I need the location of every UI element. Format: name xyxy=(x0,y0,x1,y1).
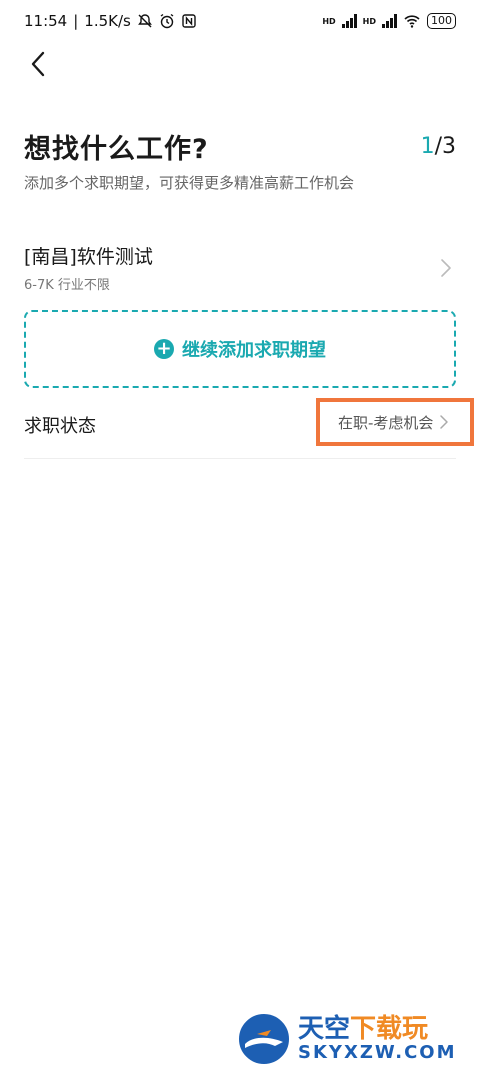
job-expectation-title: [南昌]软件测试 xyxy=(24,246,153,268)
battery-icon: 100 xyxy=(427,13,456,29)
status-separator: | xyxy=(73,12,79,30)
status-time: 11:54 xyxy=(24,12,68,30)
job-status-value-highlight[interactable]: 在职-考虑机会 xyxy=(316,398,474,446)
chevron-left-icon xyxy=(31,51,45,77)
chevron-right-icon xyxy=(441,259,451,277)
step-current: 1 xyxy=(420,134,435,159)
alarm-clock-icon xyxy=(160,13,174,29)
status-bar: 11:54 | 1.5K/s HD HD 100 xyxy=(0,0,480,42)
watermark-name-a: 天空 xyxy=(298,1013,351,1044)
add-job-expectation-button[interactable]: + 继续添加求职期望 xyxy=(24,310,456,388)
signal-2-icon xyxy=(382,14,397,28)
step-indicator: 1/3 xyxy=(421,134,456,159)
status-bar-left: 11:54 | 1.5K/s xyxy=(24,12,197,30)
page-subtitle: 添加多个求职期望，可获得更多精准高薪工作机会 xyxy=(24,174,355,192)
job-expectation-desc: 6-7K 行业不限 xyxy=(24,278,110,293)
watermark-domain: SKYXZW.COM xyxy=(298,1041,457,1063)
job-status-row[interactable]: 求职状态 在职-考虑机会 xyxy=(0,396,480,458)
job-status-label: 求职状态 xyxy=(24,416,96,437)
watermark-text: 天空下载玩 SKYXZW.COM xyxy=(298,1016,457,1062)
nfc-icon xyxy=(182,14,196,28)
watermark-name-b: 下载玩 xyxy=(350,1013,429,1044)
status-bar-right: HD HD 100 xyxy=(322,13,456,29)
page-title: 想找什么工作? xyxy=(24,134,209,165)
hd-badge-2: HD xyxy=(362,16,376,26)
status-net-speed: 1.5K/s xyxy=(84,12,131,30)
bell-muted-icon xyxy=(137,14,152,28)
job-expectation-item[interactable]: [南昌]软件测试 6-7K 行业不限 xyxy=(0,236,480,300)
wifi-icon xyxy=(404,15,420,28)
step-total: /3 xyxy=(434,134,456,159)
divider xyxy=(24,458,456,459)
job-status-value: 在职-考虑机会 xyxy=(338,413,434,432)
signal-1-icon xyxy=(341,14,357,28)
back-button[interactable] xyxy=(22,48,54,80)
hd-badge-1: HD xyxy=(322,16,336,26)
watermark-name: 天空下载玩 xyxy=(298,1016,457,1042)
add-job-expectation-label: 继续添加求职期望 xyxy=(182,340,326,361)
watermark: 天空下载玩 SKYXZW.COM xyxy=(236,1010,480,1067)
chevron-right-icon xyxy=(440,415,449,429)
watermark-logo-icon xyxy=(236,1010,292,1067)
plus-circle-icon: + xyxy=(154,339,174,359)
